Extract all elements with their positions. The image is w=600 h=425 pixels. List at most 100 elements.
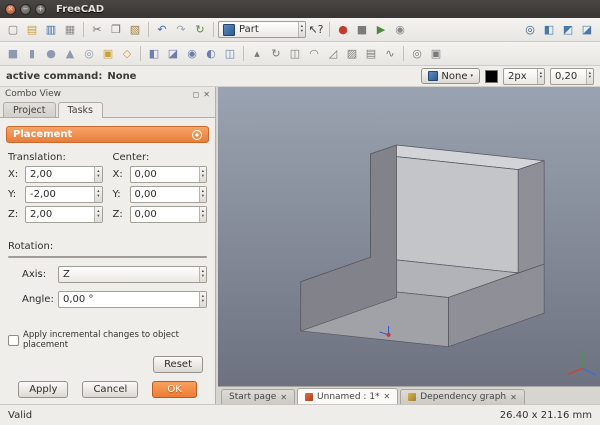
ok-button[interactable]: OK <box>152 381 196 398</box>
translation-z-value[interactable]: 2,00 <box>26 209 94 220</box>
sweep-icon[interactable]: ∿ <box>381 45 399 63</box>
reset-button[interactable]: Reset <box>153 356 203 373</box>
center-x-value[interactable]: 0,00 <box>131 169 199 180</box>
macro-play-icon[interactable]: ▶ <box>372 21 390 39</box>
center-z-value[interactable]: 0,00 <box>131 209 199 220</box>
line-width-select[interactable]: 2px ▴▾ <box>503 68 545 85</box>
whats-this-icon[interactable]: ↖? <box>307 21 325 39</box>
undo-icon[interactable]: ↶ <box>153 21 171 39</box>
extrude-icon[interactable]: ▴ <box>248 45 266 63</box>
spin-arrows-icon[interactable]: ▴▾ <box>94 167 101 182</box>
macro-debug-icon[interactable]: ◉ <box>391 21 409 39</box>
angle-label: Angle: <box>22 294 54 305</box>
mirror-icon[interactable]: ◫ <box>286 45 304 63</box>
workbench-selector[interactable]: Part ▴▾ <box>218 21 306 38</box>
center-y-value[interactable]: 0,00 <box>131 189 199 200</box>
axis-select[interactable]: Z ▴▾ <box>58 266 207 283</box>
3d-scene[interactable] <box>218 87 600 386</box>
toolbar-separator <box>329 22 330 37</box>
tab-project[interactable]: Project <box>3 102 56 117</box>
open-document-icon[interactable]: ▤ <box>23 21 41 39</box>
translation-z-spinbox[interactable]: 2,00 ▴▾ <box>25 206 103 223</box>
window-maximize-button[interactable]: + <box>35 4 46 15</box>
part-cone-icon[interactable]: ▲ <box>61 45 79 63</box>
view-front-icon[interactable]: ◧ <box>540 21 558 39</box>
boolean-cut-icon[interactable]: ◪ <box>164 45 182 63</box>
combo-view-tabs: Project Tasks <box>0 101 215 117</box>
print-icon[interactable]: ▦ <box>61 21 79 39</box>
macro-record-icon[interactable]: ● <box>334 21 352 39</box>
paste-icon[interactable]: ▧ <box>126 21 144 39</box>
3d-viewport[interactable] <box>218 87 600 386</box>
offset-icon[interactable]: ◎ <box>408 45 426 63</box>
incremental-checkbox[interactable] <box>8 335 19 346</box>
zoom-fit-icon[interactable]: ◎ <box>521 21 539 39</box>
boolean-icon[interactable]: ◧ <box>145 45 163 63</box>
tab-close-icon[interactable]: ✕ <box>280 393 287 402</box>
spin-arrows-icon[interactable]: ▴▾ <box>94 187 101 202</box>
placement-dialog: Translation: Center: X: 2,00 ▴▾ X: <box>6 143 209 399</box>
ruled-surface-icon[interactable]: ▨ <box>343 45 361 63</box>
angle-spinbox[interactable]: 0,00 ° ▴▾ <box>58 291 207 308</box>
spin-arrows-icon[interactable]: ▴▾ <box>199 207 206 222</box>
spin-arrows-icon[interactable]: ▴▾ <box>199 167 206 182</box>
tab-start-page[interactable]: Start page ✕ <box>221 389 295 404</box>
tab-unnamed-document[interactable]: Unnamed : 1* ✕ <box>297 388 398 404</box>
tab-close-icon[interactable]: ✕ <box>384 392 391 401</box>
cancel-button[interactable]: Cancel <box>82 381 138 398</box>
angle-value[interactable]: 0,00 ° <box>59 294 199 305</box>
loft-icon[interactable]: ▤ <box>362 45 380 63</box>
chamfer-icon[interactable]: ◿ <box>324 45 342 63</box>
draw-style-button[interactable]: None ▾ <box>421 68 480 84</box>
model-wall-right-face[interactable] <box>518 161 544 273</box>
center-x-spinbox[interactable]: 0,00 ▴▾ <box>130 166 208 183</box>
center-z-spinbox[interactable]: 0,00 ▴▾ <box>130 206 208 223</box>
save-document-icon[interactable]: ▥ <box>42 21 60 39</box>
spin-arrows-icon[interactable]: ▴▾ <box>199 292 206 307</box>
cut-icon[interactable]: ✂ <box>88 21 106 39</box>
translation-y-value[interactable]: -2,00 <box>26 189 94 200</box>
tab-unnamed-document-label: Unnamed : 1* <box>317 392 380 402</box>
window-close-button[interactable]: ✕ <box>5 4 16 15</box>
part-cylinder-icon[interactable]: ▮ <box>23 45 41 63</box>
spin-arrows-icon[interactable]: ▴▾ <box>94 207 101 222</box>
section-icon[interactable]: ◫ <box>221 45 239 63</box>
rotation-mode-select[interactable]: Rotation axis with angle ▴▾ <box>8 256 207 258</box>
translation-y-spinbox[interactable]: -2,00 ▴▾ <box>25 186 103 203</box>
copy-icon[interactable]: ❐ <box>107 21 125 39</box>
window-minimize-button[interactable]: − <box>20 4 31 15</box>
translation-x-value[interactable]: 2,00 <box>26 169 94 180</box>
fillet-icon[interactable]: ◠ <box>305 45 323 63</box>
redo-icon[interactable]: ↷ <box>172 21 190 39</box>
translation-x-spinbox[interactable]: 2,00 ▴▾ <box>25 166 103 183</box>
refresh-icon[interactable]: ↻ <box>191 21 209 39</box>
part-primitives-icon[interactable]: ▣ <box>99 45 117 63</box>
boolean-union-icon[interactable]: ◉ <box>183 45 201 63</box>
part-sphere-icon[interactable]: ● <box>42 45 60 63</box>
shape-builder-icon[interactable]: ◇ <box>118 45 136 63</box>
tab-close-icon[interactable]: ✕ <box>510 393 517 402</box>
dock-float-icon[interactable]: ◻ <box>193 90 200 99</box>
part-box-icon[interactable]: ■ <box>4 45 22 63</box>
status-message: Valid <box>8 410 32 421</box>
boolean-intersection-icon[interactable]: ◐ <box>202 45 220 63</box>
center-y-spinbox[interactable]: 0,00 ▴▾ <box>130 186 208 203</box>
tab-dependency-graph[interactable]: Dependency graph ✕ <box>400 389 525 404</box>
apply-button[interactable]: Apply <box>18 381 68 398</box>
placement-header[interactable]: Placement <box>6 126 209 143</box>
spin-arrows-icon[interactable]: ▴▾ <box>199 187 206 202</box>
point-size-select[interactable]: 0,20 ▴▾ <box>550 68 594 85</box>
view-axonometric-icon[interactable]: ◪ <box>578 21 596 39</box>
placement-collapse-icon[interactable] <box>192 130 202 140</box>
new-document-icon[interactable]: ▢ <box>4 21 22 39</box>
tab-tasks[interactable]: Tasks <box>58 102 103 118</box>
command-bar: active command: None None ▾ 2px ▴▾ 0,20 … <box>0 66 600 87</box>
part-torus-icon[interactable]: ◎ <box>80 45 98 63</box>
macro-stop-icon[interactable]: ■ <box>353 21 371 39</box>
view-top-icon[interactable]: ◩ <box>559 21 577 39</box>
line-color-swatch[interactable] <box>485 70 498 83</box>
thickness-icon[interactable]: ▣ <box>427 45 445 63</box>
revolve-icon[interactable]: ↻ <box>267 45 285 63</box>
dock-close-icon[interactable]: ✕ <box>203 90 210 99</box>
center-label: Center: <box>113 152 208 163</box>
